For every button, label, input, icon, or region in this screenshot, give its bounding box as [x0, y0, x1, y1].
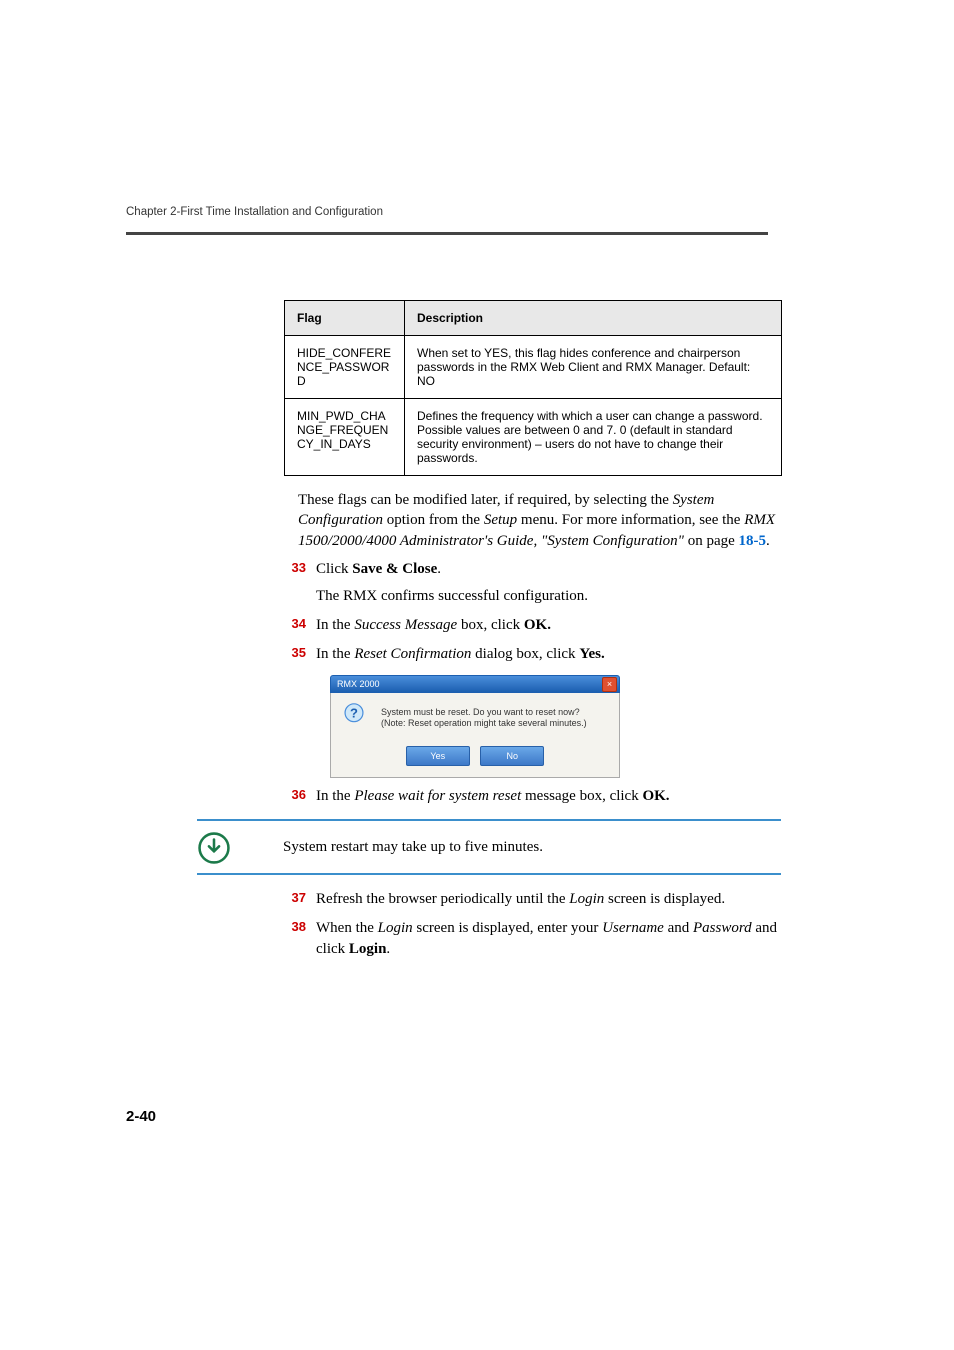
- table-header-flag: Flag: [285, 301, 405, 336]
- table-row: MIN_PWD_CHANGE_FREQUENCY_IN_DAYS Defines…: [285, 399, 782, 476]
- step-number: 37: [264, 889, 306, 907]
- step-33-sub: The RMX confirms successful configuratio…: [316, 586, 782, 607]
- table-cell-flag: HIDE_CONFERENCE_PASSWORD: [285, 336, 405, 399]
- header-rule: [126, 232, 768, 235]
- step-number: 36: [264, 786, 306, 804]
- paragraph-flags-note: These flags can be modified later, if re…: [298, 490, 782, 551]
- step-number: 35: [264, 644, 306, 662]
- running-header: Chapter 2-First Time Installation and Co…: [126, 206, 768, 218]
- step-33: 33 Click Save & Close. The RMX confirms …: [284, 559, 782, 607]
- note-icon: [197, 831, 231, 865]
- step-number: 34: [264, 615, 306, 633]
- step-38: 38 When the Login screen is displayed, e…: [284, 918, 782, 960]
- dialog-message-line1: System must be reset. Do you want to res…: [381, 707, 609, 719]
- step-34: 34 In the Success Message box, click OK.: [284, 615, 782, 636]
- page-link-18-5[interactable]: 18-5: [739, 533, 767, 549]
- svg-text:?: ?: [350, 705, 358, 720]
- step-number: 38: [264, 918, 306, 936]
- table-header-description: Description: [405, 301, 782, 336]
- table-row: HIDE_CONFERENCE_PASSWORD When set to YES…: [285, 336, 782, 399]
- question-icon: ?: [341, 703, 367, 729]
- note-text: System restart may take up to five minut…: [283, 839, 543, 855]
- yes-button[interactable]: Yes: [406, 746, 470, 766]
- table-cell-desc: When set to YES, this flag hides confere…: [405, 336, 782, 399]
- step-number: 33: [264, 559, 306, 577]
- step-35: 35 In the Reset Confirmation dialog box,…: [284, 644, 782, 778]
- close-icon[interactable]: ×: [602, 677, 617, 692]
- flags-table: Flag Description HIDE_CONFERENCE_PASSWOR…: [284, 300, 782, 476]
- table-cell-flag: MIN_PWD_CHANGE_FREQUENCY_IN_DAYS: [285, 399, 405, 476]
- table-cell-desc: Defines the frequency with which a user …: [405, 399, 782, 476]
- dialog-title: RMX 2000: [337, 679, 380, 689]
- reset-dialog-screenshot: RMX 2000 × ? System must be reset. Do yo…: [330, 675, 620, 778]
- step-36: 36 In the Please wait for system reset m…: [284, 786, 782, 807]
- step-37: 37 Refresh the browser periodically unti…: [284, 889, 782, 910]
- dialog-titlebar: RMX 2000 ×: [330, 675, 620, 693]
- page-number: 2-40: [126, 1108, 156, 1125]
- no-button[interactable]: No: [480, 746, 544, 766]
- dialog-message-line2: (Note: Reset operation might take severa…: [381, 718, 609, 730]
- note-callout: System restart may take up to five minut…: [197, 819, 781, 875]
